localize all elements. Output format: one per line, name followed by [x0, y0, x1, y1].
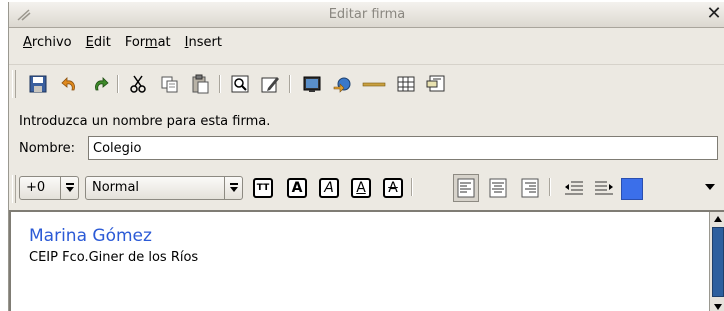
toolbar-separator: [117, 75, 119, 93]
strikethrough-button[interactable]: A: [383, 178, 403, 198]
bold-button[interactable]: A: [287, 178, 307, 198]
copy-button[interactable]: [157, 71, 183, 97]
signature-org-line: CEIP Fco.Giner de los Ríos: [29, 250, 199, 265]
edit-icon: [261, 77, 279, 93]
align-center-button[interactable]: [485, 174, 511, 202]
outdent-icon: [565, 181, 583, 195]
indent-button[interactable]: [591, 174, 617, 202]
vertical-scrollbar[interactable]: [709, 212, 724, 311]
format-toolbar: +0 Normal TT A A A A: [9, 170, 724, 206]
title-bar[interactable]: Editar firma ✕: [9, 2, 724, 28]
align-center-icon: [489, 178, 507, 198]
insert-link-button[interactable]: [329, 71, 355, 97]
menu-bar: Archivo Edit Format Insert: [9, 32, 222, 54]
align-left-button[interactable]: [453, 174, 479, 202]
html-tag-icon: [426, 75, 445, 92]
toolbar-separator: [289, 75, 291, 93]
underline-button[interactable]: A: [351, 178, 371, 198]
cut-button[interactable]: [125, 71, 151, 97]
signature-editor[interactable]: Marina Gómez CEIP Fco.Giner de los Ríos: [9, 210, 724, 311]
edit-button[interactable]: [257, 71, 283, 97]
indent-icon: [595, 181, 613, 195]
close-icon[interactable]: ✕: [705, 3, 723, 25]
find-button[interactable]: [227, 71, 253, 97]
align-right-icon: [521, 178, 539, 198]
menu-insert[interactable]: Insert: [185, 32, 222, 54]
scroll-down-icon[interactable]: [711, 300, 724, 311]
link-icon: [333, 77, 351, 93]
redo-button[interactable]: [87, 71, 113, 97]
paragraph-style-select[interactable]: Normal: [85, 176, 243, 200]
insert-table-button[interactable]: [393, 71, 419, 97]
text-color-button[interactable]: [621, 178, 643, 200]
font-size-value: +0: [26, 180, 46, 195]
undo-icon: [61, 77, 75, 91]
signature-editor-window: Editar firma ✕ Archivo Edit Format Inser…: [8, 2, 724, 311]
toolbar-separator: [549, 178, 551, 196]
align-left-icon: [457, 178, 475, 198]
italic-button[interactable]: A: [319, 178, 339, 198]
window-title: Editar firma: [328, 7, 406, 22]
scroll-up-icon[interactable]: [711, 212, 724, 225]
name-input[interactable]: [88, 136, 718, 160]
dropdown-arrow-icon: [224, 177, 242, 199]
name-hint: Introduzca un nombre para esta firma.: [19, 114, 271, 129]
copy-icon: [161, 76, 178, 93]
insert-html-button[interactable]: [423, 71, 449, 97]
name-label: Nombre:: [19, 141, 76, 156]
menu-format[interactable]: Format: [125, 32, 171, 54]
find-icon: [231, 75, 249, 93]
signature-name-line: Marina Gómez: [29, 226, 152, 246]
scrollbar-thumb[interactable]: [712, 227, 724, 297]
align-right-button[interactable]: [517, 174, 543, 202]
save-icon: [29, 75, 47, 93]
toolbar-overflow-icon[interactable]: [705, 184, 715, 190]
insert-image-button[interactable]: [299, 71, 325, 97]
font-size-select[interactable]: +0: [19, 176, 79, 200]
redo-icon: [95, 77, 109, 91]
outdent-button[interactable]: [561, 174, 587, 202]
main-toolbar: [9, 64, 724, 102]
toolbar-separator: [411, 178, 413, 196]
paragraph-style-value: Normal: [92, 180, 140, 195]
toolbar-handle[interactable]: [12, 70, 16, 98]
table-icon: [397, 76, 415, 92]
toolbar-separator: [219, 75, 221, 93]
horizontal-rule-icon: [362, 82, 386, 87]
paste-icon: [192, 74, 209, 94]
image-icon: [303, 76, 321, 92]
horizontal-rule-button[interactable]: [361, 71, 387, 97]
fixed-width-button[interactable]: TT: [253, 178, 273, 198]
cut-icon: [130, 75, 146, 93]
menu-edit[interactable]: Edit: [86, 32, 111, 54]
undo-button[interactable]: [57, 71, 83, 97]
paste-button[interactable]: [187, 71, 213, 97]
dropdown-arrow-icon: [60, 177, 78, 199]
menu-archivo[interactable]: Archivo: [23, 32, 72, 54]
save-button[interactable]: [25, 71, 51, 97]
toolbar-handle[interactable]: [12, 175, 16, 203]
